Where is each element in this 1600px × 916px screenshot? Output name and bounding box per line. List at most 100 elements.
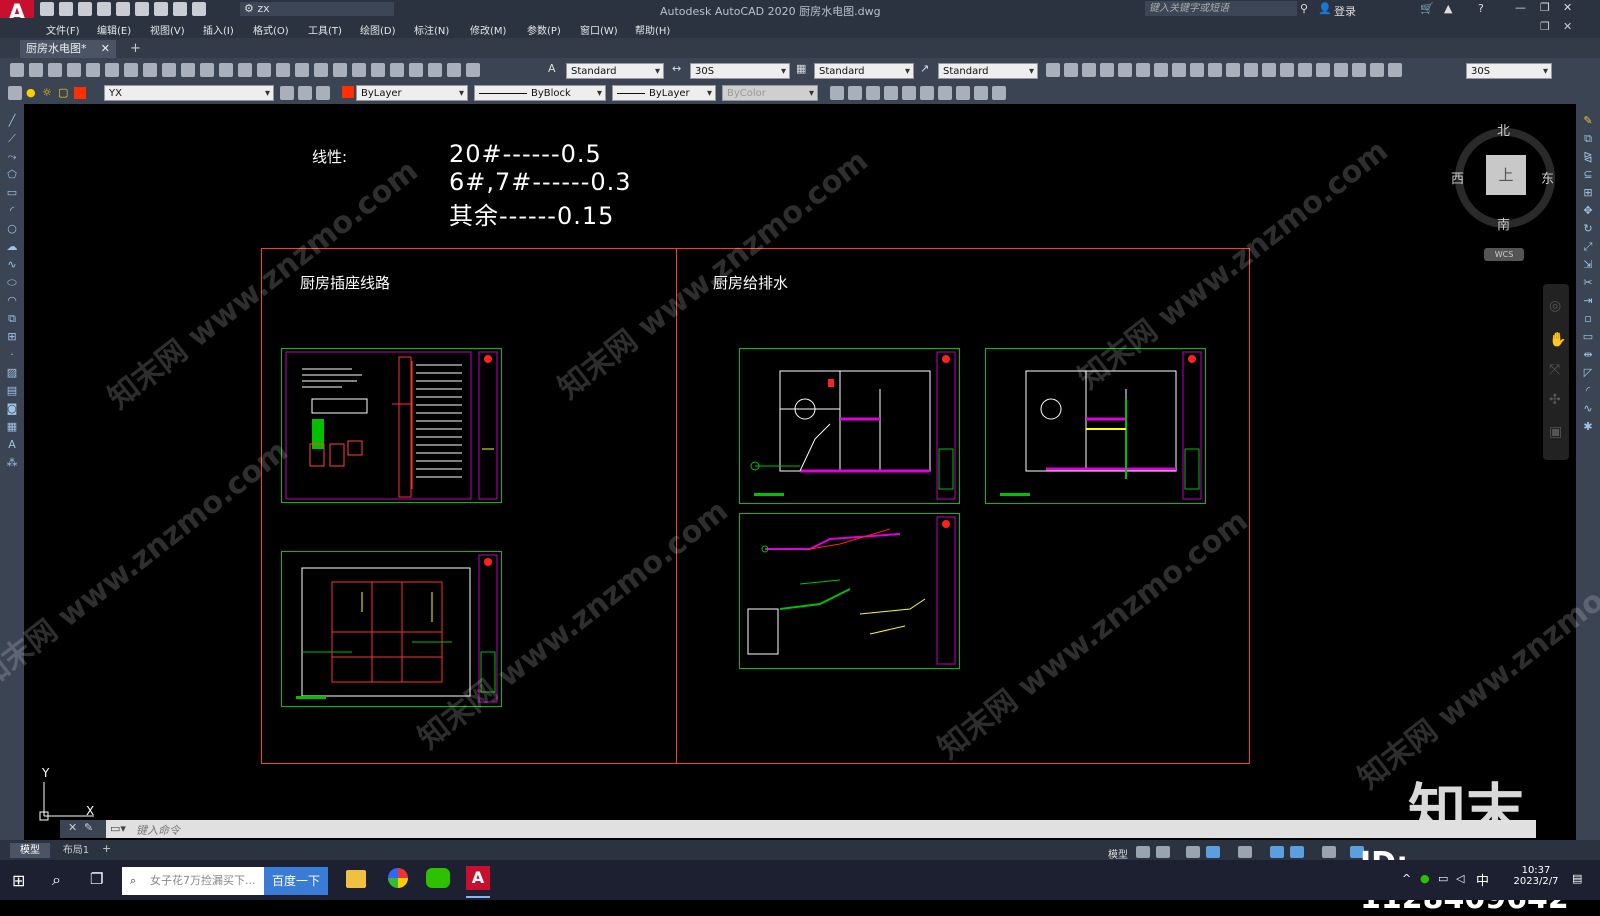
paste-icon[interactable] — [181, 63, 195, 77]
dim-linear-icon[interactable] — [1046, 63, 1060, 77]
taskbar-search-icon[interactable]: ⌕ — [52, 870, 61, 890]
array-icon[interactable]: ⊞ — [1580, 186, 1596, 200]
menu-view[interactable]: 视图(V) — [150, 22, 185, 37]
clock[interactable]: 10:37 2023/2/7 — [1508, 865, 1564, 887]
tab-layout1[interactable]: 布局1 — [56, 843, 96, 858]
bulb-icon[interactable]: ● — [26, 86, 38, 100]
command-history-icon[interactable]: ▭▾ — [110, 822, 126, 835]
sheet-socket-system[interactable] — [281, 348, 502, 503]
open-file-icon[interactable] — [29, 63, 43, 77]
menu-draw[interactable]: 绘图(D) — [360, 22, 396, 37]
dim-continue-icon[interactable] — [1226, 63, 1240, 77]
mleader-style-select[interactable]: Standard — [938, 63, 1038, 80]
dim-baseline-icon[interactable] — [1208, 63, 1222, 77]
file-explorer-icon[interactable] — [346, 870, 366, 888]
isodraft-icon[interactable] — [1238, 846, 1252, 858]
scale-select[interactable]: 30S — [1466, 63, 1552, 80]
saveas-icon[interactable] — [97, 2, 111, 16]
orbit-icon[interactable]: ✣ — [1549, 392, 1561, 408]
plot-icon[interactable] — [67, 63, 81, 77]
join-icon[interactable]: ⇹ — [1580, 348, 1596, 362]
center-mark-icon[interactable] — [1298, 63, 1312, 77]
break-point-icon[interactable]: ▫ — [1580, 312, 1596, 326]
mtext-icon[interactable]: A — [4, 438, 20, 452]
layer-properties-icon[interactable] — [8, 86, 22, 100]
dim-space-icon[interactable] — [1244, 63, 1258, 77]
mirror-icon[interactable]: ⧎ — [1580, 150, 1596, 164]
chrome-icon[interactable] — [388, 868, 408, 888]
copy-object-icon[interactable]: ⧉ — [1580, 132, 1596, 146]
menu-help[interactable]: 帮助(H) — [635, 22, 670, 37]
wechat-icon[interactable] — [426, 868, 450, 888]
user-icon[interactable]: 👤 — [1318, 2, 1332, 15]
grid-icon[interactable] — [1136, 846, 1150, 858]
otrack-icon[interactable] — [1270, 846, 1284, 858]
ime-indicator[interactable]: 中 — [1476, 870, 1489, 889]
make-block-icon[interactable]: ⊞ — [4, 330, 20, 344]
dimtedit-icon[interactable] — [1370, 63, 1384, 77]
new-tab-button[interactable]: + — [130, 41, 141, 56]
move-icon[interactable]: ✥ — [1580, 204, 1596, 218]
laymch-icon[interactable] — [956, 86, 970, 100]
calculator-icon[interactable] — [447, 63, 461, 77]
wcs-menu[interactable]: WCS — [1484, 248, 1524, 261]
dim-ordinate-icon[interactable] — [1100, 63, 1114, 77]
hatch-icon[interactable]: ▨ — [4, 366, 20, 380]
matchprop-icon[interactable] — [200, 63, 214, 77]
save-file-icon[interactable] — [48, 63, 62, 77]
revcloud-icon[interactable]: ☁ — [4, 240, 20, 254]
construction-line-icon[interactable]: ⟋ — [4, 132, 20, 146]
circle-icon[interactable]: ○ — [4, 222, 20, 236]
toolbar-undo-icon[interactable] — [238, 63, 252, 77]
dimedit-icon[interactable] — [1352, 63, 1366, 77]
dim-aligned-icon[interactable] — [1064, 63, 1078, 77]
jog-line-icon[interactable] — [1334, 63, 1348, 77]
properties-icon[interactable] — [352, 63, 366, 77]
polyline-icon[interactable]: ⤳ — [4, 150, 20, 164]
command-input[interactable]: 键入命令 — [136, 822, 180, 838]
point-icon[interactable]: · — [4, 348, 20, 362]
help-icon[interactable]: ? — [1478, 2, 1484, 15]
menu-tools[interactable]: 工具(T) — [308, 22, 342, 37]
binoculars-icon[interactable]: ⚲ — [1300, 2, 1308, 15]
ellipse-icon[interactable]: ⬭ — [4, 276, 20, 290]
dim-arc-icon[interactable] — [1082, 63, 1096, 77]
blend-icon[interactable]: ∿ — [1580, 402, 1596, 416]
preview-icon[interactable] — [86, 63, 100, 77]
tolerance-icon[interactable] — [1280, 63, 1294, 77]
laycur-icon[interactable] — [974, 86, 988, 100]
rotate-icon[interactable]: ↻ — [1580, 222, 1596, 236]
layulk-icon[interactable] — [920, 86, 934, 100]
dim-radius-icon[interactable] — [1118, 63, 1132, 77]
taskbar-search-input[interactable]: ⌕ 女子花7万捡漏买下... — [122, 867, 264, 895]
table-icon[interactable]: ▦ — [4, 420, 20, 434]
make-current-icon[interactable] — [280, 86, 294, 100]
line-icon[interactable]: ╱ — [4, 114, 20, 128]
layoff-icon[interactable] — [866, 86, 880, 100]
layer-previous-icon[interactable] — [298, 86, 312, 100]
region-icon[interactable]: ◙ — [4, 402, 20, 416]
layer-state-icon[interactable] — [316, 86, 330, 100]
tray-chevron-icon[interactable]: ^ — [1402, 872, 1411, 885]
inspect-icon[interactable] — [1316, 63, 1330, 77]
add-layout-button[interactable]: + — [102, 842, 111, 855]
dim-update-icon[interactable] — [1388, 63, 1402, 77]
command-close-icon[interactable]: ✕ — [68, 821, 77, 834]
cut-icon[interactable] — [143, 63, 157, 77]
laymcur-icon[interactable] — [938, 86, 952, 100]
web-save-icon[interactable] — [135, 2, 149, 16]
fillet-icon[interactable]: ◜ — [1580, 384, 1596, 398]
print-icon[interactable] — [154, 2, 168, 16]
snap-icon[interactable] — [1156, 846, 1170, 858]
windows-start-icon[interactable]: ⊞ — [12, 871, 25, 890]
autodesk-a360-icon[interactable]: ▲ — [1444, 2, 1452, 15]
restore-icon[interactable]: ❐ — [1540, 1, 1550, 14]
scale-icon[interactable]: ⤢ — [1580, 240, 1596, 254]
sun-icon[interactable]: ☼ — [42, 86, 54, 100]
toolpalettes-icon[interactable] — [390, 63, 404, 77]
copy-icon[interactable] — [162, 63, 176, 77]
viewcube-north[interactable]: 北 — [1497, 120, 1510, 139]
new-icon[interactable] — [40, 2, 54, 16]
autocad-taskbar-icon[interactable]: A — [466, 866, 490, 890]
search-input[interactable]: 键入关键字或短语 — [1145, 1, 1297, 16]
